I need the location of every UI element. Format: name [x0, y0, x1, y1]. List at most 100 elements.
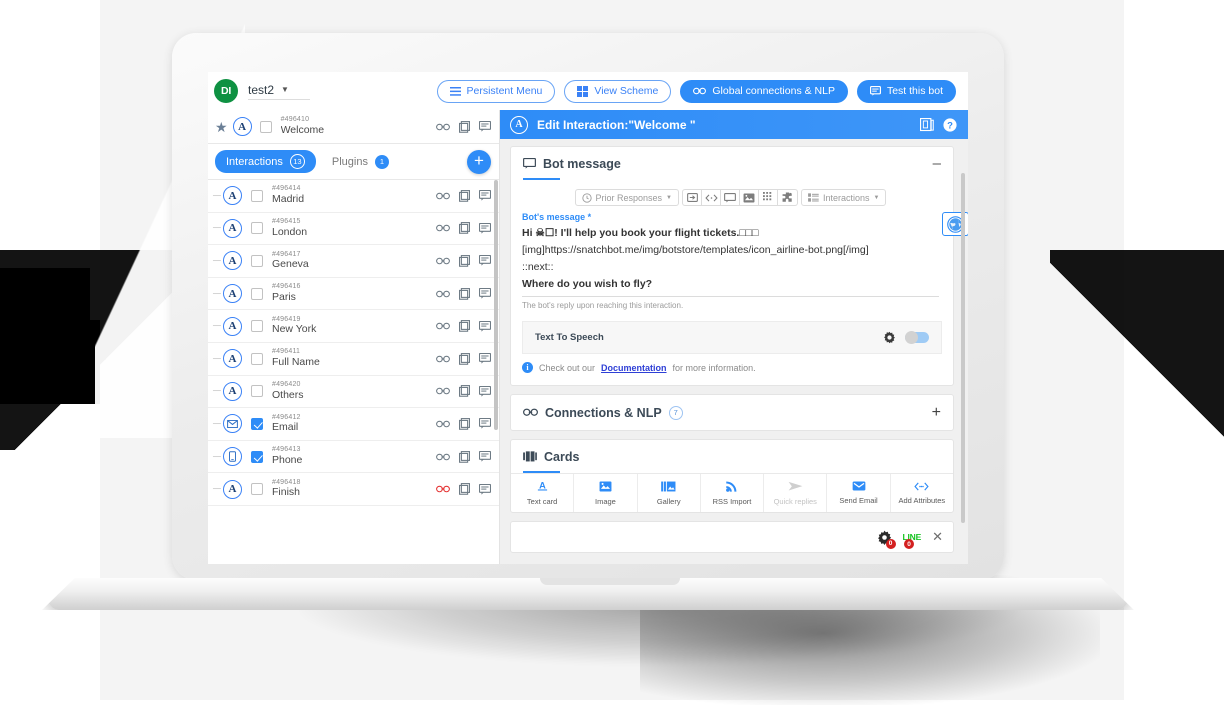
comment-icon[interactable] [479, 386, 491, 397]
row-checkbox[interactable] [251, 255, 263, 267]
drag-handle-icon[interactable]: ─ [213, 222, 223, 234]
link-icon[interactable] [436, 355, 450, 363]
comment-icon[interactable] [479, 190, 491, 201]
duplicate-pages-icon[interactable] [920, 118, 934, 132]
copy-icon[interactable] [459, 222, 470, 234]
row-checkbox[interactable] [251, 222, 263, 234]
link-icon[interactable] [436, 257, 450, 265]
link-icon[interactable] [436, 192, 450, 200]
link-icon[interactable] [436, 420, 450, 428]
copy-icon[interactable] [459, 385, 470, 397]
panel-scrollbar[interactable] [961, 173, 965, 523]
list-item[interactable]: ─ A #496419 New York [208, 310, 499, 343]
comment-icon[interactable] [479, 223, 491, 234]
copy-icon[interactable] [459, 353, 470, 365]
link-icon[interactable] [436, 290, 450, 298]
copy-icon[interactable] [459, 451, 470, 463]
puzzle-icon[interactable] [778, 190, 797, 205]
copy-icon[interactable] [459, 320, 470, 332]
comment-icon[interactable] [479, 321, 491, 332]
card-type-send-email[interactable]: Send Email [827, 474, 890, 512]
list-item[interactable]: ─ A #496411 Full Name [208, 343, 499, 376]
bot-message-field[interactable]: Bot's message * Hi ☠☐! I'll help you boo… [511, 210, 953, 310]
drag-handle-icon[interactable]: ─ [213, 320, 223, 332]
row-checkbox[interactable] [251, 451, 263, 463]
row-checkbox[interactable] [251, 353, 263, 365]
row-checkbox[interactable] [251, 418, 263, 430]
interactions-group[interactable]: Interactions ▼ [801, 189, 886, 206]
link-icon[interactable] [436, 322, 450, 330]
copy-icon[interactable] [459, 418, 470, 430]
copy-icon[interactable] [459, 288, 470, 300]
row-checkbox[interactable] [251, 320, 263, 332]
documentation-link[interactable]: Documentation [601, 363, 667, 373]
card-type-text-card[interactable]: A Text card [511, 474, 574, 512]
global-connections-button[interactable]: Global connections & NLP [680, 80, 848, 103]
row-checkbox[interactable] [251, 483, 263, 495]
copy-icon[interactable] [459, 190, 470, 202]
list-item[interactable]: ─ A #496414 Madrid [208, 180, 499, 213]
drag-handle-icon[interactable]: ─ [213, 190, 223, 202]
text-to-speech-toggle[interactable] [905, 332, 929, 343]
gear-icon[interactable] [883, 331, 896, 344]
view-scheme-button[interactable]: View Scheme [564, 80, 671, 103]
comment-icon[interactable] [479, 121, 491, 132]
list-item[interactable]: ─ A #496418 Finish [208, 473, 499, 506]
link-icon[interactable] [436, 224, 450, 232]
connections-nlp-card[interactable]: Connections & NLP 7 + [510, 394, 954, 431]
prior-responses-dropdown[interactable]: Prior Responses ▼ [576, 190, 678, 205]
bot-selector[interactable]: test2 ▼ [248, 83, 310, 100]
card-type-add-attributes[interactable]: Add Attributes [891, 474, 953, 512]
card-type-rss-import[interactable]: RSS Import [701, 474, 764, 512]
link-icon[interactable] [436, 453, 450, 461]
sidebar-scrollbar[interactable] [494, 180, 498, 430]
list-item[interactable]: ─ #496412 Email [208, 408, 499, 441]
link-icon[interactable] [436, 387, 450, 395]
row-checkbox[interactable] [260, 121, 272, 133]
add-interaction-button[interactable]: + [467, 150, 491, 174]
list-item[interactable]: ─ #496413 Phone [208, 441, 499, 474]
list-item[interactable]: ─ A #496417 Geneva [208, 245, 499, 278]
code-icon[interactable] [702, 190, 721, 205]
comment-icon[interactable] [479, 255, 491, 266]
drag-handle-icon[interactable]: ─ [213, 483, 223, 495]
image-icon[interactable] [740, 190, 759, 205]
collapse-button[interactable]: – [933, 159, 941, 168]
copy-icon[interactable] [459, 121, 470, 133]
interaction-list[interactable]: ─ A #496414 Madrid ─ A #496415 London ─ … [208, 180, 499, 564]
help-icon[interactable]: ? [943, 118, 957, 132]
copy-icon[interactable] [459, 483, 470, 495]
link-icon[interactable] [436, 123, 450, 131]
comment-icon[interactable] [479, 484, 491, 495]
link-icon[interactable] [436, 485, 450, 493]
insert-icon[interactable] [683, 190, 702, 205]
tab-plugins[interactable]: Plugins 1 [332, 155, 389, 169]
drag-handle-icon[interactable]: ─ [213, 418, 223, 430]
keypad-icon[interactable] [759, 190, 778, 205]
connections-add-button[interactable]: + [932, 407, 941, 418]
list-item[interactable]: ─ A #496420 Others [208, 376, 499, 409]
prior-responses-group[interactable]: Prior Responses ▼ [575, 189, 679, 206]
sidebar-pinned-row[interactable]: ★ A #496410 Welcome [208, 110, 499, 144]
comment-icon[interactable] [479, 288, 491, 299]
drag-handle-icon[interactable]: ─ [213, 288, 223, 300]
bot-message-text[interactable]: Hi ☠☐! I'll help you book your flight ti… [522, 225, 939, 293]
close-icon[interactable]: ✕ [932, 532, 943, 542]
comment-icon[interactable] [479, 418, 491, 429]
row-checkbox[interactable] [251, 190, 263, 202]
bubble-icon[interactable] [721, 190, 740, 205]
drag-handle-icon[interactable]: ─ [213, 385, 223, 397]
card-type-image[interactable]: Image [574, 474, 637, 512]
interactions-dropdown[interactable]: Interactions ▼ [802, 190, 885, 205]
line-channel-icon[interactable]: LINE 0 [903, 532, 922, 542]
test-this-bot-button[interactable]: Test this bot [857, 80, 956, 103]
star-icon[interactable]: ★ [215, 120, 228, 134]
copy-icon[interactable] [459, 255, 470, 267]
row-checkbox[interactable] [251, 288, 263, 300]
tab-interactions[interactable]: Interactions 13 [215, 150, 316, 173]
card-type-gallery[interactable]: Gallery [638, 474, 701, 512]
drag-handle-icon[interactable]: ─ [213, 451, 223, 463]
list-item[interactable]: ─ A #496415 London [208, 213, 499, 246]
drag-handle-icon[interactable]: ─ [213, 353, 223, 365]
comment-icon[interactable] [479, 353, 491, 364]
